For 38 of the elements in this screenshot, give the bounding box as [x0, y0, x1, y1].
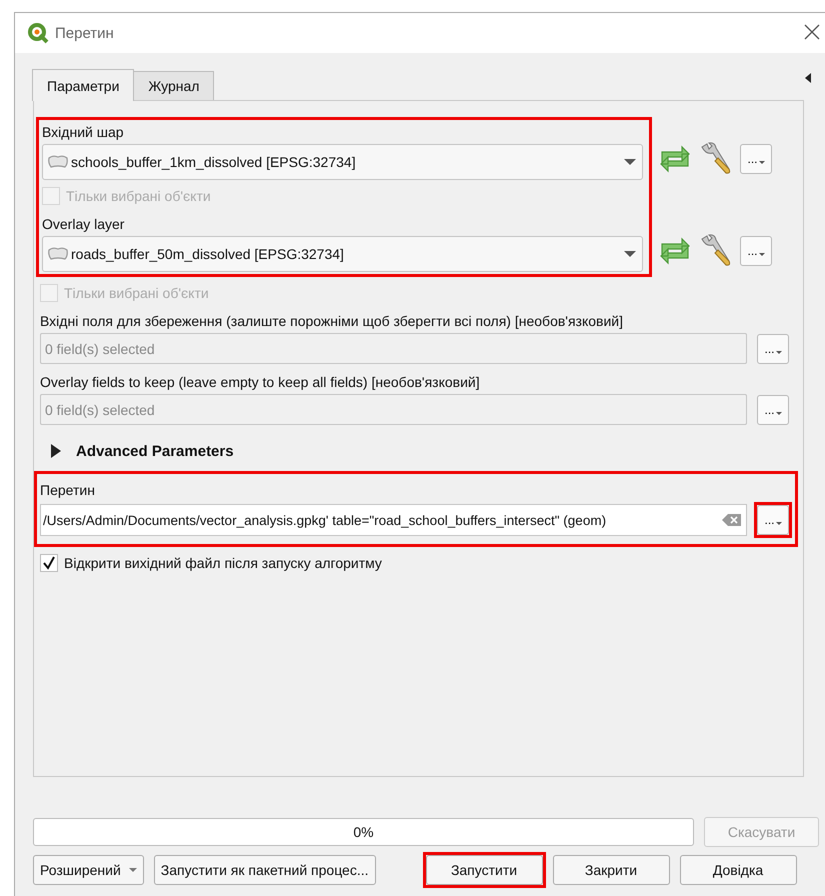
- checkbox-label: Тільки вибрані об'єкти: [64, 285, 209, 301]
- tab[interactable]: Параметри: [32, 69, 134, 101]
- polygon-layer-icon: [47, 246, 69, 262]
- field-label: Overlay fields to keep (leave empty to keep all fields) [необов'язковий]: [40, 373, 481, 392]
- expand-arrow-icon[interactable]: [50, 444, 62, 458]
- browse-button[interactable]: ...: [757, 334, 789, 364]
- field-label: Вхідні поля для збереження (залиште порожніми щоб зберегти всі поля) [необов'язковий]: [40, 312, 624, 331]
- action-button[interactable]: Довідка: [680, 855, 797, 885]
- close-icon[interactable]: [803, 23, 821, 41]
- action-button[interactable]: Закрити: [552, 855, 670, 885]
- browse-button[interactable]: ...: [757, 505, 789, 535]
- clear-icon[interactable]: [722, 513, 742, 527]
- output-path-field[interactable]: /Users/Admin/Documents/vector_analysis.gpkg' table="road_school_buffers_intersect" (geom): [40, 504, 747, 536]
- app-logo-icon: [27, 22, 49, 44]
- field-label: Вхідний шар: [42, 123, 125, 142]
- caret-icon[interactable]: [624, 251, 636, 257]
- tab[interactable]: Журнал: [133, 71, 214, 100]
- field-label: Перетин: [40, 481, 96, 500]
- refresh-icon[interactable]: [658, 144, 692, 174]
- checkbox-label: Тільки вибрані об'єкти: [66, 188, 211, 204]
- checkbox[interactable]: [40, 554, 58, 572]
- options-button[interactable]: ...: [740, 236, 772, 266]
- layer-dropdown[interactable]: schools_buffer_1km_dissolved [EPSG:32734]: [42, 144, 643, 180]
- checkbox-label: Відкрити вихідний файл після запуску алгоритму: [64, 555, 382, 571]
- polygon-layer-icon: [47, 154, 69, 170]
- field-label: Overlay layer: [42, 215, 126, 234]
- refresh-icon[interactable]: [658, 236, 692, 266]
- options-button[interactable]: ...: [740, 144, 772, 174]
- caret-icon[interactable]: [624, 159, 636, 165]
- window-title: Перетин: [55, 24, 114, 42]
- collapse-arrow-icon[interactable]: [805, 73, 811, 83]
- browse-button[interactable]: ...: [757, 394, 789, 424]
- dropdown-button[interactable]: Розширений: [33, 855, 144, 885]
- action-button[interactable]: Запустити як пакетний процес...: [154, 855, 376, 885]
- progress-text: 0%: [353, 824, 374, 840]
- action-button[interactable]: Запустити: [426, 855, 543, 885]
- layer-dropdown[interactable]: roads_buffer_50m_dissolved [EPSG:32734]: [42, 236, 643, 272]
- section-header[interactable]: Advanced Parameters: [76, 442, 234, 460]
